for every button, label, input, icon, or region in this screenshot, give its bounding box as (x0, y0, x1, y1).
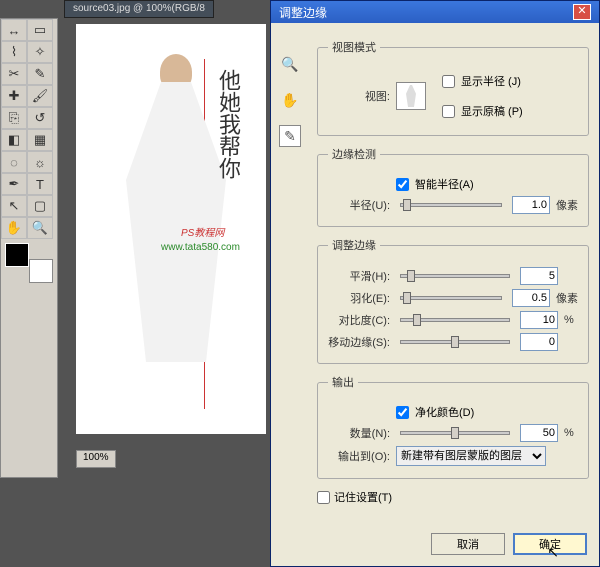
show-original-label: 显示原稿 (P) (461, 103, 523, 119)
output-group: 输出 净化颜色(D) 数量(N): % 输出到(O): 新建带有图层蒙版的图层 (317, 374, 589, 479)
view-mode-legend: 视图模式 (328, 39, 380, 55)
close-icon[interactable]: ✕ (573, 4, 591, 20)
cancel-button[interactable]: 取消 (431, 533, 505, 555)
shape-tool-icon[interactable]: ▢ (27, 195, 53, 217)
view-mode-group: 视图模式 视图: 显示半径 (J) 显示原稿 (P) (317, 39, 589, 136)
smart-radius-checkbox[interactable] (396, 178, 409, 191)
refine-edge-dialog: 调整边缘 ✕ 🔍 ✋ ✎ 视图模式 视图: 显示半径 (J) 显示原稿 (P) … (270, 0, 600, 567)
eyedropper-tool-icon[interactable]: ✎ (27, 63, 53, 85)
blur-tool-icon[interactable]: ◌ (1, 151, 27, 173)
watermark-text-3: www.tata580.com (161, 242, 240, 253)
decontaminate-label: 净化颜色(D) (415, 404, 474, 420)
shift-input[interactable] (520, 333, 558, 351)
edge-detect-group: 边缘检测 智能半径(A) 半径(U): 像素 (317, 146, 589, 227)
brush-tool-icon[interactable]: 🖌 (27, 85, 53, 107)
output-to-label: 输出到(O): (328, 448, 390, 464)
watermark-text-1: 他她我帮你 (212, 69, 244, 179)
path-tool-icon[interactable]: ↖ (1, 195, 27, 217)
feather-input[interactable] (512, 289, 550, 307)
smooth-slider[interactable] (400, 274, 510, 278)
dialog-title-text: 调整边缘 (279, 4, 327, 20)
feather-slider[interactable] (400, 296, 502, 300)
radius-unit: 像素 (556, 197, 578, 213)
tools-panel: ↔ ▭ ⌇ ✧ ✂ ✎ ✚ 🖌 ⎘ ↺ ◧ ▦ ◌ ☼ ✒ T ↖ ▢ ✋ 🔍 (0, 18, 58, 478)
amount-unit: % (564, 427, 574, 439)
show-original-checkbox[interactable] (442, 105, 455, 118)
hand-tool-icon[interactable]: ✋ (1, 217, 27, 239)
output-legend: 输出 (328, 374, 358, 390)
remember-checkbox[interactable] (317, 491, 330, 504)
contrast-input[interactable] (520, 311, 558, 329)
zoom-tool-icon[interactable]: 🔍 (27, 217, 53, 239)
crop-tool-icon[interactable]: ✂ (1, 63, 27, 85)
show-radius-label: 显示半径 (J) (461, 73, 521, 89)
gradient-tool-icon[interactable]: ▦ (27, 129, 53, 151)
cursor-icon: ↖ (547, 544, 559, 561)
contrast-slider[interactable] (400, 318, 510, 322)
shift-label: 移动边缘(S): (328, 334, 390, 350)
dodge-tool-icon[interactable]: ☼ (27, 151, 53, 173)
view-preview-thumb[interactable] (396, 82, 426, 110)
marquee-tool-icon[interactable]: ▭ (27, 19, 53, 41)
pen-tool-icon[interactable]: ✒ (1, 173, 27, 195)
zoom-icon[interactable]: 🔍 (279, 53, 301, 75)
dialog-side-tools: 🔍 ✋ ✎ (279, 53, 301, 147)
fg-color-swatch[interactable] (5, 243, 29, 267)
output-to-select[interactable]: 新建带有图层蒙版的图层 (396, 446, 546, 466)
watermark-text-2: PS教程网 (181, 224, 224, 239)
contrast-label: 对比度(C): (328, 312, 390, 328)
shift-slider[interactable] (400, 340, 510, 344)
radius-label: 半径(U): (328, 197, 390, 213)
contrast-unit: % (564, 314, 574, 326)
radius-slider[interactable] (400, 203, 502, 207)
view-label: 视图: (328, 88, 390, 104)
bg-color-swatch[interactable] (29, 259, 53, 283)
refine-brush-icon[interactable]: ✎ (279, 125, 301, 147)
smooth-input[interactable] (520, 267, 558, 285)
subject-figure (126, 54, 226, 384)
smart-radius-label: 智能半径(A) (415, 176, 474, 192)
eraser-tool-icon[interactable]: ◧ (1, 129, 27, 151)
zoom-level[interactable]: 100% (76, 450, 116, 468)
document-tab[interactable]: source03.jpg @ 100%(RGB/8 (64, 0, 214, 18)
edge-detect-legend: 边缘检测 (328, 146, 380, 162)
decontaminate-checkbox[interactable] (396, 406, 409, 419)
radius-input[interactable] (512, 196, 550, 214)
smooth-label: 平滑(H): (328, 268, 390, 284)
history-brush-icon[interactable]: ↺ (27, 107, 53, 129)
adjust-edge-group: 调整边缘 平滑(H): 羽化(E): 像素 对比度(C): % 移动边缘(S): (317, 237, 589, 364)
feather-unit: 像素 (556, 290, 578, 306)
document-canvas[interactable]: 他她我帮你 PS教程网 www.tata580.com (76, 24, 266, 434)
type-tool-icon[interactable]: T (27, 173, 53, 195)
move-tool-icon[interactable]: ↔ (1, 19, 27, 41)
hand-icon[interactable]: ✋ (279, 89, 301, 111)
amount-label: 数量(N): (328, 425, 390, 441)
adjust-edge-legend: 调整边缘 (328, 237, 380, 253)
amount-slider[interactable] (400, 431, 510, 435)
dialog-titlebar[interactable]: 调整边缘 ✕ (271, 1, 599, 23)
feather-label: 羽化(E): (328, 290, 390, 306)
heal-tool-icon[interactable]: ✚ (1, 85, 27, 107)
wand-tool-icon[interactable]: ✧ (27, 41, 53, 63)
color-swatches[interactable] (5, 243, 53, 283)
stamp-tool-icon[interactable]: ⎘ (1, 107, 27, 129)
show-radius-checkbox[interactable] (442, 75, 455, 88)
canvas-area: 他她我帮你 PS教程网 www.tata580.com 100% (64, 18, 294, 478)
lasso-tool-icon[interactable]: ⌇ (1, 41, 27, 63)
remember-label: 记住设置(T) (334, 489, 392, 505)
amount-input[interactable] (520, 424, 558, 442)
